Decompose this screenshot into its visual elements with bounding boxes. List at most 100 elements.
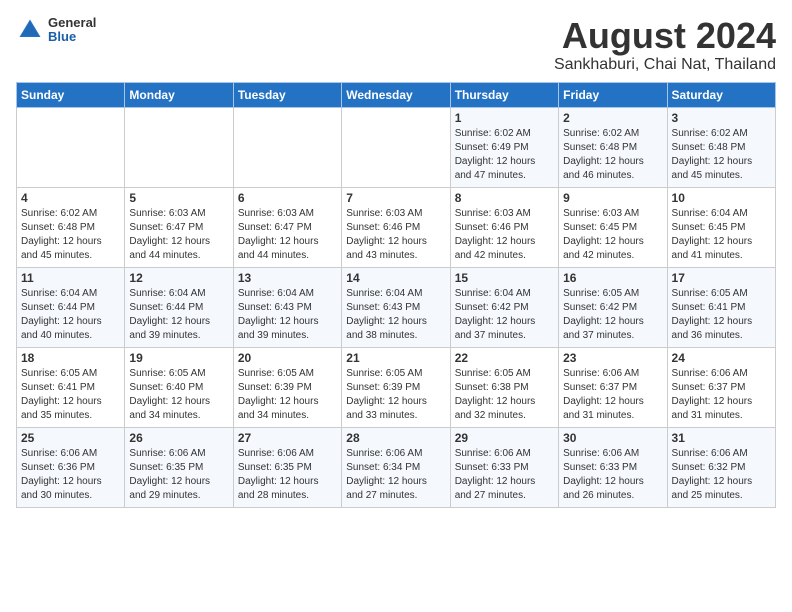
calendar-cell: 27 Sunrise: 6:06 AM Sunset: 6:35 PM Dayli… bbox=[233, 427, 341, 507]
day-content: Sunrise: 6:02 AM Sunset: 6:49 PM Dayligh… bbox=[455, 127, 554, 183]
header-day-saturday: Saturday bbox=[667, 82, 775, 107]
day-content: Sunrise: 6:05 AM Sunset: 6:42 PM Dayligh… bbox=[563, 287, 662, 343]
day-content: Sunrise: 6:06 AM Sunset: 6:36 PM Dayligh… bbox=[21, 447, 120, 503]
calendar-cell: 21 Sunrise: 6:05 AM Sunset: 6:39 PM Dayli… bbox=[342, 347, 450, 427]
day-content: Sunrise: 6:06 AM Sunset: 6:33 PM Dayligh… bbox=[455, 447, 554, 503]
day-number: 20 bbox=[238, 351, 337, 365]
day-number: 10 bbox=[672, 191, 771, 205]
day-content: Sunrise: 6:06 AM Sunset: 6:32 PM Dayligh… bbox=[672, 447, 771, 503]
day-content: Sunrise: 6:05 AM Sunset: 6:41 PM Dayligh… bbox=[672, 287, 771, 343]
calendar-cell: 15Sunrise: 6:04 AM Sunset: 6:42 PM Dayli… bbox=[450, 267, 558, 347]
calendar-cell: 13 Sunrise: 6:04 AM Sunset: 6:43 PM Dayli… bbox=[233, 267, 341, 347]
day-number: 21 bbox=[346, 351, 445, 365]
day-number: 3 bbox=[672, 111, 771, 125]
logo-blue: Blue bbox=[48, 30, 96, 44]
logo: General Blue bbox=[16, 16, 96, 45]
calendar-cell: 30Sunrise: 6:06 AM Sunset: 6:33 PM Dayli… bbox=[559, 427, 667, 507]
day-number: 23 bbox=[563, 351, 662, 365]
calendar-cell bbox=[17, 107, 125, 187]
day-content: Sunrise: 6:04 AM Sunset: 6:43 PM Dayligh… bbox=[238, 287, 337, 343]
calendar-cell: 11 Sunrise: 6:04 AM Sunset: 6:44 PM Dayli… bbox=[17, 267, 125, 347]
day-number: 11 bbox=[21, 271, 120, 285]
calendar-cell bbox=[233, 107, 341, 187]
day-content: Sunrise: 6:04 AM Sunset: 6:44 PM Dayligh… bbox=[21, 287, 120, 343]
day-number: 7 bbox=[346, 191, 445, 205]
day-number: 24 bbox=[672, 351, 771, 365]
calendar-cell: 28Sunrise: 6:06 AM Sunset: 6:34 PM Dayli… bbox=[342, 427, 450, 507]
header-row: SundayMondayTuesdayWednesdayThursdayFrid… bbox=[17, 82, 776, 107]
day-number: 2 bbox=[563, 111, 662, 125]
day-number: 27 bbox=[238, 431, 337, 445]
day-content: Sunrise: 6:03 AM Sunset: 6:47 PM Dayligh… bbox=[238, 207, 337, 263]
logo-general: General bbox=[48, 16, 96, 30]
logo-text: General Blue bbox=[48, 16, 96, 45]
day-number: 29 bbox=[455, 431, 554, 445]
week-row-3: 11 Sunrise: 6:04 AM Sunset: 6:44 PM Dayli… bbox=[17, 267, 776, 347]
main-title: August 2024 bbox=[554, 16, 776, 56]
calendar-cell: 17Sunrise: 6:05 AM Sunset: 6:41 PM Dayli… bbox=[667, 267, 775, 347]
week-row-4: 18 Sunrise: 6:05 AM Sunset: 6:41 PM Dayli… bbox=[17, 347, 776, 427]
day-content: Sunrise: 6:06 AM Sunset: 6:37 PM Dayligh… bbox=[563, 367, 662, 423]
day-content: Sunrise: 6:04 AM Sunset: 6:43 PM Dayligh… bbox=[346, 287, 445, 343]
header-day-tuesday: Tuesday bbox=[233, 82, 341, 107]
calendar-cell: 31 Sunrise: 6:06 AM Sunset: 6:32 PM Dayli… bbox=[667, 427, 775, 507]
day-content: Sunrise: 6:03 AM Sunset: 6:46 PM Dayligh… bbox=[455, 207, 554, 263]
day-content: Sunrise: 6:05 AM Sunset: 6:38 PM Dayligh… bbox=[455, 367, 554, 423]
day-content: Sunrise: 6:05 AM Sunset: 6:41 PM Dayligh… bbox=[21, 367, 120, 423]
day-number: 28 bbox=[346, 431, 445, 445]
day-content: Sunrise: 6:05 AM Sunset: 6:40 PM Dayligh… bbox=[129, 367, 228, 423]
day-number: 1 bbox=[455, 111, 554, 125]
day-content: Sunrise: 6:06 AM Sunset: 6:35 PM Dayligh… bbox=[238, 447, 337, 503]
day-number: 18 bbox=[21, 351, 120, 365]
day-number: 31 bbox=[672, 431, 771, 445]
header-day-wednesday: Wednesday bbox=[342, 82, 450, 107]
calendar-cell: 26Sunrise: 6:06 AM Sunset: 6:35 PM Dayli… bbox=[125, 427, 233, 507]
day-number: 9 bbox=[563, 191, 662, 205]
calendar-cell: 3Sunrise: 6:02 AM Sunset: 6:48 PM Daylig… bbox=[667, 107, 775, 187]
week-row-2: 4 Sunrise: 6:02 AM Sunset: 6:48 PM Daylig… bbox=[17, 187, 776, 267]
calendar-cell: 9 Sunrise: 6:03 AM Sunset: 6:45 PM Daylig… bbox=[559, 187, 667, 267]
calendar-cell: 19 Sunrise: 6:05 AM Sunset: 6:40 PM Dayli… bbox=[125, 347, 233, 427]
day-content: Sunrise: 6:02 AM Sunset: 6:48 PM Dayligh… bbox=[21, 207, 120, 263]
day-content: Sunrise: 6:03 AM Sunset: 6:47 PM Dayligh… bbox=[129, 207, 228, 263]
day-number: 6 bbox=[238, 191, 337, 205]
day-number: 4 bbox=[21, 191, 120, 205]
calendar-cell: 23 Sunrise: 6:06 AM Sunset: 6:37 PM Dayli… bbox=[559, 347, 667, 427]
title-area: August 2024 Sankhaburi, Chai Nat, Thaila… bbox=[554, 16, 776, 74]
day-content: Sunrise: 6:02 AM Sunset: 6:48 PM Dayligh… bbox=[563, 127, 662, 183]
calendar-header: SundayMondayTuesdayWednesdayThursdayFrid… bbox=[17, 82, 776, 107]
calendar-cell: 8 Sunrise: 6:03 AM Sunset: 6:46 PM Daylig… bbox=[450, 187, 558, 267]
calendar-cell: 6 Sunrise: 6:03 AM Sunset: 6:47 PM Daylig… bbox=[233, 187, 341, 267]
calendar-cell: 22 Sunrise: 6:05 AM Sunset: 6:38 PM Dayli… bbox=[450, 347, 558, 427]
sub-title: Sankhaburi, Chai Nat, Thailand bbox=[554, 56, 776, 74]
day-number: 16 bbox=[563, 271, 662, 285]
logo-icon bbox=[16, 16, 44, 44]
calendar-table: SundayMondayTuesdayWednesdayThursdayFrid… bbox=[16, 82, 776, 508]
calendar-cell bbox=[342, 107, 450, 187]
calendar-cell: 24Sunrise: 6:06 AM Sunset: 6:37 PM Dayli… bbox=[667, 347, 775, 427]
calendar-cell: 1 Sunrise: 6:02 AM Sunset: 6:49 PM Daylig… bbox=[450, 107, 558, 187]
day-content: Sunrise: 6:03 AM Sunset: 6:46 PM Dayligh… bbox=[346, 207, 445, 263]
day-number: 26 bbox=[129, 431, 228, 445]
calendar-cell bbox=[125, 107, 233, 187]
day-content: Sunrise: 6:03 AM Sunset: 6:45 PM Dayligh… bbox=[563, 207, 662, 263]
header: General Blue August 2024 Sankhaburi, Cha… bbox=[16, 16, 776, 74]
day-number: 30 bbox=[563, 431, 662, 445]
calendar-cell: 2 Sunrise: 6:02 AM Sunset: 6:48 PM Daylig… bbox=[559, 107, 667, 187]
day-number: 13 bbox=[238, 271, 337, 285]
calendar-cell: 10 Sunrise: 6:04 AM Sunset: 6:45 PM Dayli… bbox=[667, 187, 775, 267]
calendar-cell: 29 Sunrise: 6:06 AM Sunset: 6:33 PM Dayli… bbox=[450, 427, 558, 507]
day-content: Sunrise: 6:04 AM Sunset: 6:45 PM Dayligh… bbox=[672, 207, 771, 263]
week-row-1: 1 Sunrise: 6:02 AM Sunset: 6:49 PM Daylig… bbox=[17, 107, 776, 187]
week-row-5: 25Sunrise: 6:06 AM Sunset: 6:36 PM Dayli… bbox=[17, 427, 776, 507]
calendar-cell: 20Sunrise: 6:05 AM Sunset: 6:39 PM Dayli… bbox=[233, 347, 341, 427]
day-number: 8 bbox=[455, 191, 554, 205]
day-number: 15 bbox=[455, 271, 554, 285]
day-number: 22 bbox=[455, 351, 554, 365]
day-number: 19 bbox=[129, 351, 228, 365]
calendar-cell: 25Sunrise: 6:06 AM Sunset: 6:36 PM Dayli… bbox=[17, 427, 125, 507]
day-content: Sunrise: 6:05 AM Sunset: 6:39 PM Dayligh… bbox=[346, 367, 445, 423]
calendar-body: 1 Sunrise: 6:02 AM Sunset: 6:49 PM Daylig… bbox=[17, 107, 776, 507]
day-number: 14 bbox=[346, 271, 445, 285]
day-content: Sunrise: 6:04 AM Sunset: 6:44 PM Dayligh… bbox=[129, 287, 228, 343]
